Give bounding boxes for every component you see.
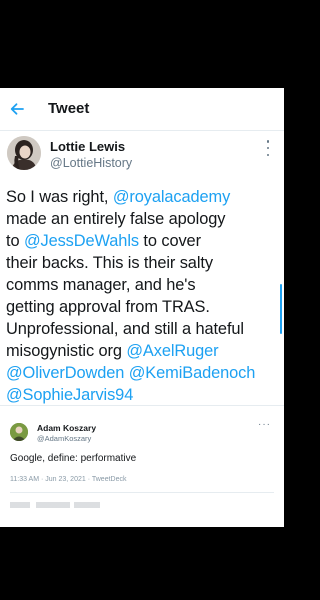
tweet-text-segment: Unprofessional, and still a hateful <box>6 320 244 338</box>
tweet-line: to @JessDeWahls to cover <box>6 230 282 252</box>
more-dot-icon <box>266 153 270 156</box>
mention-link[interactable]: @JessDeWahls <box>24 232 139 250</box>
tweet-screen: Tweet Lottie Lewis @LottieHistory So I w… <box>0 88 284 527</box>
author-name[interactable]: Lottie Lewis <box>50 139 125 154</box>
tweet-line: Unprofessional, and still a hateful <box>6 318 282 340</box>
tweet-text-segment: misogynistic org <box>6 342 127 360</box>
arrow-left-icon <box>10 103 24 115</box>
tweet-text-segment: So I was right, <box>6 188 113 206</box>
tweet-line: So I was right, @royalacademy <box>6 186 282 208</box>
top-bar: Tweet <box>0 88 284 131</box>
quoted-divider <box>10 492 274 493</box>
tweet-text-segment: getting approval from TRAS. <box>6 298 210 316</box>
quoted-author-handle[interactable]: @AdamKoszary <box>37 434 91 443</box>
author-handle[interactable]: @LottieHistory <box>50 156 132 170</box>
tweet-line: their backs. This is their salty <box>6 252 282 274</box>
page-title: Tweet <box>48 100 90 117</box>
scrollbar[interactable] <box>280 284 282 334</box>
quoted-author-avatar[interactable] <box>10 423 28 441</box>
tweet-line: @OliverDowden @KemiBadenoch <box>6 362 282 384</box>
quoted-text: Google, define: performative <box>10 453 137 464</box>
tweet-line: @SophieJarvis94 <box>6 384 282 406</box>
tweet-author: Lottie Lewis @LottieHistory <box>0 134 284 178</box>
tweet-line: getting approval from TRAS. <box>6 296 282 318</box>
author-avatar[interactable] <box>7 136 41 170</box>
tweet-line: misogynistic org @AxelRuger <box>6 340 282 362</box>
avatar-image <box>7 136 41 170</box>
mention-link[interactable]: @SophieJarvis94 <box>6 386 133 404</box>
quoted-more-icon[interactable]: ··· <box>258 419 271 430</box>
back-button[interactable] <box>6 98 28 120</box>
mention-link[interactable]: @AxelRuger <box>126 342 218 360</box>
more-dot-icon <box>266 146 270 150</box>
more-options-button[interactable] <box>262 140 274 156</box>
avatar-image <box>10 423 28 441</box>
tweet-text-segment: to <box>6 232 24 250</box>
tweet-line: comms manager, and he's <box>6 274 282 296</box>
tweet-text-segment: their backs. This is their salty <box>6 254 213 272</box>
mention-link[interactable]: @KemiBadenoch <box>129 364 256 382</box>
mention-link[interactable]: @royalacademy <box>113 188 230 206</box>
tweet-text-segment: made an entirely false apology <box>6 210 226 228</box>
tweet-text-segment: comms manager, and he's <box>6 276 196 294</box>
tweet-line: made an entirely false apology <box>6 208 282 230</box>
quoted-tweet[interactable]: Adam Koszary @AdamKoszary ··· Google, de… <box>0 406 284 527</box>
quoted-author-name[interactable]: Adam Koszary <box>37 423 96 433</box>
tweet-text-segment: to cover <box>138 232 201 250</box>
mention-link[interactable]: @OliverDowden <box>6 364 124 382</box>
quoted-stats-partial <box>10 502 100 508</box>
tweet-text: So I was right, @royalacademy made an ent… <box>6 186 282 406</box>
quoted-timestamp: 11:33 AM · Jun 23, 2021 · TweetDeck <box>10 476 127 483</box>
more-dot-icon <box>266 140 270 143</box>
